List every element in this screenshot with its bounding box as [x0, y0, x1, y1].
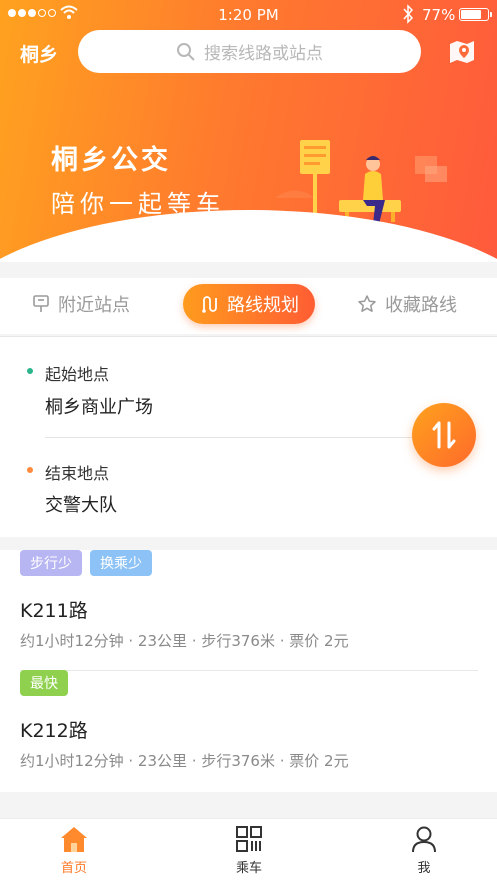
tag-row: 最快: [20, 670, 68, 696]
tab-label: 附近站点: [58, 295, 130, 316]
tag-less-walking: 步行少: [20, 550, 82, 576]
nav-label: 首页: [60, 861, 87, 876]
qr-code-icon: [236, 826, 262, 852]
route-form: 起始地点 桐乡商业广场 结束地点 交警大队: [0, 337, 497, 537]
nav-label: 乘车: [235, 861, 262, 876]
swap-icon: [432, 421, 456, 449]
tab-label: 收藏路线: [385, 295, 457, 316]
route-info: 约1小时12分钟 · 23公里 · 步行376米 · 票价 2元: [20, 632, 349, 650]
search-input[interactable]: 搜索线路或站点: [78, 30, 421, 73]
status-bar: 1:20 PM 77%: [0, 0, 497, 30]
bottom-nav: 首页 乘车 我: [0, 818, 497, 883]
home-icon: [61, 827, 87, 852]
route-name: K212路: [20, 720, 88, 742]
route-info: 约1小时12分钟 · 23公里 · 步行376米 · 票价 2元: [20, 752, 349, 770]
form-divider: [45, 437, 417, 438]
banner-title: 桐乡公交: [51, 145, 171, 176]
tag-row: 步行少 换乘少: [20, 550, 152, 576]
start-location-field[interactable]: 桐乡商业广场: [45, 393, 153, 419]
tab-route-planning[interactable]: 路线规划: [183, 284, 315, 324]
route-name: K211路: [20, 600, 88, 622]
bus-stop-icon: [33, 295, 49, 312]
nav-ride[interactable]: 乘车: [209, 825, 289, 876]
hero-banner: 1:20 PM 77% 桐乡 搜索线路或站点 桐乡公交 陪你一起等车: [0, 0, 497, 262]
search-placeholder: 搜索线路或站点: [204, 44, 323, 64]
nav-label: 我: [417, 861, 431, 876]
battery-icon: [459, 8, 492, 21]
tab-saved-routes[interactable]: 收藏路线: [357, 284, 457, 324]
route-icon: [202, 296, 217, 313]
swap-button[interactable]: [412, 403, 476, 467]
end-label: 结束地点: [45, 464, 110, 483]
start-dot: [27, 368, 33, 374]
user-icon: [412, 826, 436, 853]
tab-nearby-stops[interactable]: 附近站点: [32, 284, 130, 324]
route-results: 步行少 换乘少 K211路 约1小时12分钟 · 23公里 · 步行376米 ·…: [0, 550, 497, 792]
feature-tabs: 附近站点 路线规划 收藏路线: [0, 278, 497, 334]
city-selector[interactable]: 桐乡: [20, 40, 58, 67]
star-icon: [358, 295, 376, 312]
tag-fewer-transfers: 换乘少: [90, 550, 152, 576]
result-divider: [20, 670, 478, 671]
tab-label: 路线规划: [227, 295, 299, 316]
bluetooth-icon: [403, 4, 414, 24]
start-label: 起始地点: [45, 365, 110, 384]
tag-fastest: 最快: [20, 670, 68, 696]
map-pin-icon[interactable]: [447, 38, 477, 66]
nav-home[interactable]: 首页: [34, 825, 114, 876]
battery-percent: 77%: [422, 6, 456, 24]
end-dot: [27, 467, 33, 473]
end-location-field[interactable]: 交警大队: [45, 491, 117, 517]
nav-me[interactable]: 我: [384, 825, 464, 876]
search-icon: [177, 42, 195, 61]
